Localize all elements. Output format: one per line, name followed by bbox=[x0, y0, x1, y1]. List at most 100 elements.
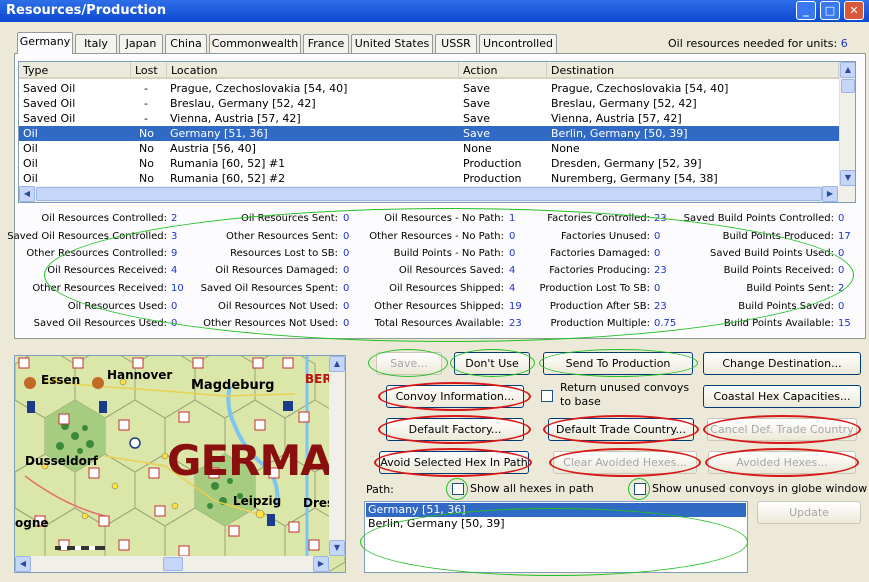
path-list[interactable]: Germany [51, 36] Berlin, Germany [50, 39… bbox=[364, 501, 748, 573]
table-row[interactable]: Saved Oil - Prague, Czechoslovakia [54, … bbox=[19, 81, 839, 96]
column-header-lost[interactable]: Lost bbox=[131, 62, 167, 79]
stat-bp-available: Build Points Available: 15 bbox=[680, 318, 851, 331]
hscroll-thumb[interactable] bbox=[36, 187, 822, 201]
map-scroll-right-icon[interactable]: ▶ bbox=[313, 556, 329, 572]
list-horizontal-scrollbar[interactable]: ◀ ▶ bbox=[19, 186, 855, 202]
tab-italy[interactable]: Italy bbox=[75, 34, 117, 53]
stat-other-shipped: Other Resources Shipped: 19 bbox=[340, 301, 522, 314]
scroll-down-icon[interactable]: ▼ bbox=[840, 170, 855, 186]
avoid-selected-hex-button[interactable]: Avoid Selected Hex In Path bbox=[379, 451, 529, 474]
stat-label: Other Resources Received: bbox=[32, 283, 167, 294]
stat-label: Build Points - No Path: bbox=[393, 248, 504, 259]
cell-location: Breslau, Germany [52, 42] bbox=[170, 97, 316, 110]
path-list-item[interactable]: Germany [51, 36] bbox=[366, 503, 746, 517]
cell-destination: Nuremberg, Germany [54, 38] bbox=[551, 172, 718, 185]
stat-value: 23 bbox=[654, 301, 667, 312]
cell-destination: Dresden, Germany [52, 39] bbox=[551, 157, 702, 170]
stat-bp-sent: Build Points Sent: 2 bbox=[680, 283, 844, 296]
scroll-left-icon[interactable]: ◀ bbox=[19, 186, 35, 202]
map-vertical-scrollbar[interactable]: ▲ ▼ bbox=[329, 356, 345, 556]
stat-label: Saved Oil Resources Spent: bbox=[200, 283, 338, 294]
table-row-selected[interactable]: Oil No Germany [51, 36] Save Berlin, Ger… bbox=[19, 126, 839, 141]
tab-japan[interactable]: Japan bbox=[119, 34, 163, 53]
map-scroll-left-icon[interactable]: ◀ bbox=[15, 556, 31, 572]
stat-saved-oil-used: Saved Oil Resources Used: 0 bbox=[0, 318, 178, 331]
stat-label: Saved Build Points Used: bbox=[710, 248, 834, 259]
stat-label: Production Lost To SB: bbox=[539, 283, 651, 294]
table-row[interactable]: Saved Oil - Breslau, Germany [52, 42] Sa… bbox=[19, 96, 839, 111]
save-button[interactable]: Save... bbox=[376, 352, 442, 375]
scroll-up-icon[interactable]: ▲ bbox=[840, 62, 855, 78]
stat-label: Other Resources Sent: bbox=[226, 231, 338, 242]
tab-uncontrolled[interactable]: Uncontrolled bbox=[479, 34, 557, 53]
stat-label: Oil Resources Shipped: bbox=[389, 283, 504, 294]
scroll-right-icon[interactable]: ▶ bbox=[822, 186, 838, 202]
send-to-production-button[interactable]: Send To Production bbox=[543, 352, 693, 375]
cell-location: Rumania [60, 52] #1 bbox=[170, 157, 286, 170]
cancel-default-trade-country-button[interactable]: Cancel Def. Trade Country bbox=[707, 418, 857, 441]
map-scroll-up-icon[interactable]: ▲ bbox=[329, 356, 345, 372]
cell-action: Save bbox=[463, 127, 491, 140]
list-vertical-scrollbar[interactable]: ▲ ▼ bbox=[839, 62, 855, 186]
convoy-information-button[interactable]: Convoy Information... bbox=[386, 385, 524, 408]
maximize-icon[interactable]: □ bbox=[820, 1, 840, 20]
default-trade-country-button[interactable]: Default Trade Country... bbox=[548, 418, 694, 441]
column-header-action[interactable]: Action bbox=[459, 62, 547, 79]
avoided-hexes-button[interactable]: Avoided Hexes... bbox=[708, 451, 856, 474]
show-all-hexes-label: Show all hexes in path bbox=[470, 482, 594, 495]
show-all-hexes-checkbox[interactable] bbox=[452, 483, 464, 495]
stat-value: 15 bbox=[838, 318, 851, 329]
stat-label: Other Resources Controlled: bbox=[26, 248, 167, 259]
tab-germany[interactable]: Germany bbox=[17, 32, 73, 54]
stat-value: 23 bbox=[654, 213, 667, 224]
cell-lost: - bbox=[144, 82, 148, 95]
coastal-hex-capacities-button[interactable]: Coastal Hex Capacities... bbox=[703, 385, 861, 408]
stat-saved-bp-controlled: Saved Build Points Controlled: 0 bbox=[680, 213, 845, 226]
stat-factories-damaged: Factories Damaged: 0 bbox=[520, 248, 660, 261]
cell-destination: Vienna, Austria [57, 42] bbox=[551, 112, 682, 125]
table-row[interactable]: Oil No Austria [56, 40] None None bbox=[19, 141, 839, 156]
stat-value: 0 bbox=[654, 283, 661, 294]
stat-value: 0 bbox=[509, 231, 516, 242]
column-header-destination[interactable]: Destination bbox=[547, 62, 839, 79]
stat-label: Factories Controlled: bbox=[547, 213, 650, 224]
dont-use-button[interactable]: Don't Use bbox=[454, 352, 530, 375]
column-header-location[interactable]: Location bbox=[167, 62, 459, 79]
resource-list[interactable]: Type Lost Location Action Destination Sa… bbox=[18, 61, 856, 203]
close-icon[interactable]: ✕ bbox=[844, 1, 864, 20]
map-scroll-down-icon[interactable]: ▼ bbox=[329, 540, 345, 556]
show-unused-convoys-checkbox[interactable] bbox=[634, 483, 646, 495]
stat-oil-sent: Oil Resources Sent: 0 bbox=[160, 213, 349, 226]
stat-value: 2 bbox=[838, 283, 845, 294]
tab-united-states[interactable]: United States bbox=[351, 34, 433, 53]
cell-action: Production bbox=[463, 157, 522, 170]
table-row[interactable]: Oil No Rumania [60, 52] #1 Production Dr… bbox=[19, 156, 839, 171]
map-horizontal-scrollbar[interactable]: ◀ ▶ bbox=[15, 556, 329, 572]
table-row[interactable]: Oil No Rumania [60, 52] #2 Production Nu… bbox=[19, 171, 839, 186]
tab-ussr[interactable]: USSR bbox=[435, 34, 477, 53]
map-view[interactable]: Essen Hannover Magdeburg Dusseldorf Leip… bbox=[14, 355, 346, 573]
default-factory-button[interactable]: Default Factory... bbox=[386, 418, 524, 441]
return-unused-label: Return unused convoys to base bbox=[560, 381, 690, 408]
change-destination-button[interactable]: Change Destination... bbox=[703, 352, 861, 375]
scroll-thumb[interactable] bbox=[841, 79, 855, 93]
tab-commonwealth[interactable]: Commonwealth bbox=[209, 34, 301, 53]
map-hscroll-thumb[interactable] bbox=[163, 557, 183, 571]
tab-china[interactable]: China bbox=[165, 34, 207, 53]
minimize-icon[interactable]: _ bbox=[796, 1, 816, 20]
update-button[interactable]: Update bbox=[757, 501, 861, 524]
stat-lost-to-sb: Resources Lost to SB: 0 bbox=[160, 248, 349, 261]
stat-value: 0.75 bbox=[654, 318, 677, 329]
clear-avoided-hexes-button[interactable]: Clear Avoided Hexes... bbox=[553, 451, 697, 474]
stat-value: 0 bbox=[838, 248, 845, 259]
tab-france[interactable]: France bbox=[303, 34, 349, 53]
stat-oil-used: Oil Resources Used: 0 bbox=[0, 301, 178, 314]
stat-other-received: Other Resources Received: 10 bbox=[0, 283, 183, 296]
table-row[interactable]: Saved Oil - Vienna, Austria [57, 42] Sav… bbox=[19, 111, 839, 126]
cell-destination: Prague, Czechoslovakia [54, 40] bbox=[551, 82, 729, 95]
path-list-item[interactable]: Berlin, Germany [50, 39] bbox=[366, 517, 746, 531]
stat-label: Oil Resources Saved: bbox=[398, 265, 504, 276]
return-unused-checkbox[interactable] bbox=[541, 390, 553, 402]
stat-label: Saved Oil Resources Used: bbox=[33, 318, 167, 329]
column-header-type[interactable]: Type bbox=[19, 62, 131, 79]
